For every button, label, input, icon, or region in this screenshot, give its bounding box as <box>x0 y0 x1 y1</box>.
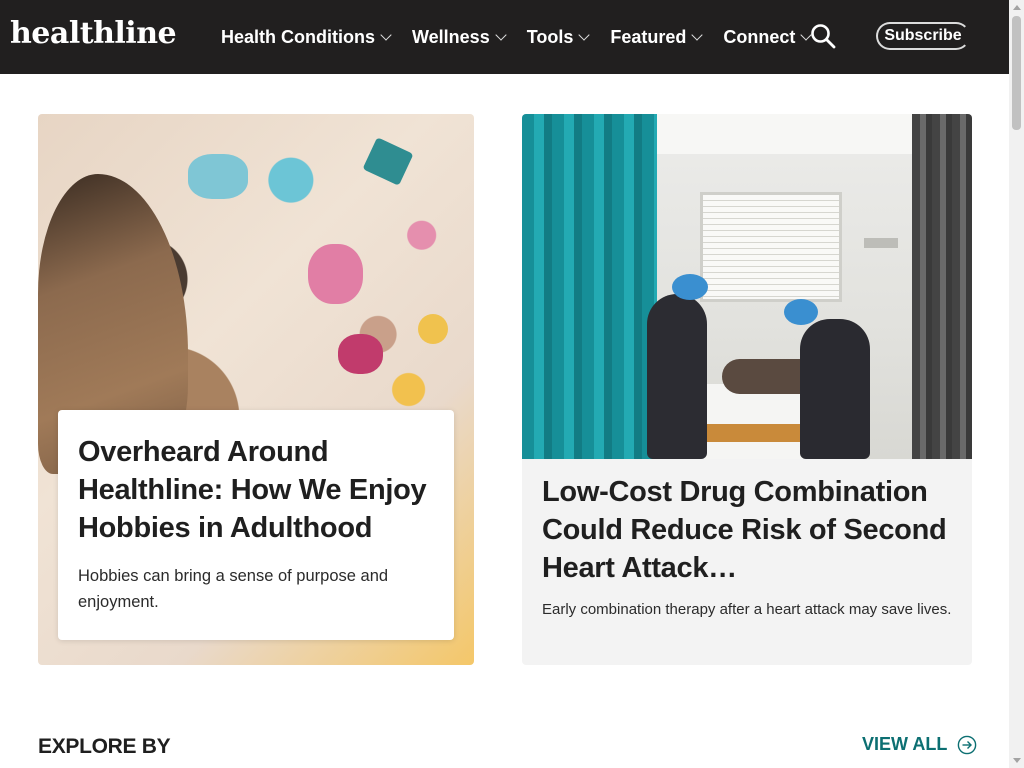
nav-connect[interactable]: Connect <box>723 26 813 48</box>
nav-label: Tools <box>526 26 574 47</box>
scroll-up-arrow-icon[interactable] <box>1013 5 1021 10</box>
explore-by-heading: EXPLORE BY <box>38 735 171 758</box>
nav-label: Health Conditions <box>221 26 375 47</box>
nav-label: Connect <box>723 26 796 47</box>
hospital-image <box>522 114 972 459</box>
arrow-circle-right-icon <box>958 735 977 754</box>
chevron-down-icon <box>578 28 591 41</box>
nav-label: Wellness <box>412 26 490 47</box>
article-title[interactable]: Low-Cost Drug Combination Could Reduce R… <box>542 473 952 587</box>
view-all-label: VIEW ALL <box>862 734 948 754</box>
surgical-cap-shape <box>672 274 708 300</box>
window-blinds-shape <box>700 192 842 302</box>
climbing-hold-shape <box>362 137 414 186</box>
nav-health-conditions[interactable]: Health Conditions <box>221 26 392 48</box>
view-all-link[interactable]: VIEW ALL <box>862 734 977 755</box>
wall-sign-shape <box>864 238 898 248</box>
chevron-down-icon <box>691 28 704 41</box>
nurse-shape <box>647 294 707 459</box>
scroll-down-arrow-icon[interactable] <box>1013 758 1021 763</box>
nav-tools[interactable]: Tools <box>526 26 591 48</box>
site-header: healthline Health Conditions Wellness To… <box>0 0 1009 74</box>
climbing-hold-shape <box>338 334 383 374</box>
climbing-hold-shape <box>418 314 448 344</box>
climbing-hold-shape <box>308 244 363 304</box>
article-card[interactable]: Low-Cost Drug Combination Could Reduce R… <box>522 114 972 665</box>
article-description: Early combination therapy after a heart … <box>542 601 952 618</box>
article-title[interactable]: Overheard Around Healthline: How We Enjo… <box>78 433 438 547</box>
main-nav: Health Conditions Wellness Tools Feature… <box>221 0 832 74</box>
climbing-hold-shape <box>188 154 248 199</box>
nav-label: Featured <box>610 26 687 47</box>
curtain-shape <box>522 114 657 459</box>
search-icon[interactable] <box>810 23 836 49</box>
featured-article-card[interactable]: Overheard Around Healthline: How We Enjo… <box>38 114 474 665</box>
healthline-logo[interactable]: healthline <box>10 16 177 51</box>
article-description: Hobbies can bring a sense of purpose and… <box>78 567 389 611</box>
curtain-shape <box>912 114 972 459</box>
nav-wellness[interactable]: Wellness <box>412 26 507 48</box>
nav-featured[interactable]: Featured <box>610 26 704 48</box>
ceiling-shape <box>657 114 912 154</box>
page-scrollbar[interactable] <box>1009 0 1024 768</box>
chevron-down-icon <box>380 28 392 41</box>
surgical-cap-shape <box>784 299 818 325</box>
chevron-down-icon <box>495 28 507 41</box>
article-text-box: Overheard Around Healthline: How We Enjo… <box>58 410 454 640</box>
scrollbar-thumb[interactable] <box>1012 16 1021 130</box>
subscribe-button[interactable]: Subscribe <box>876 22 970 50</box>
nurse-shape <box>800 319 870 459</box>
